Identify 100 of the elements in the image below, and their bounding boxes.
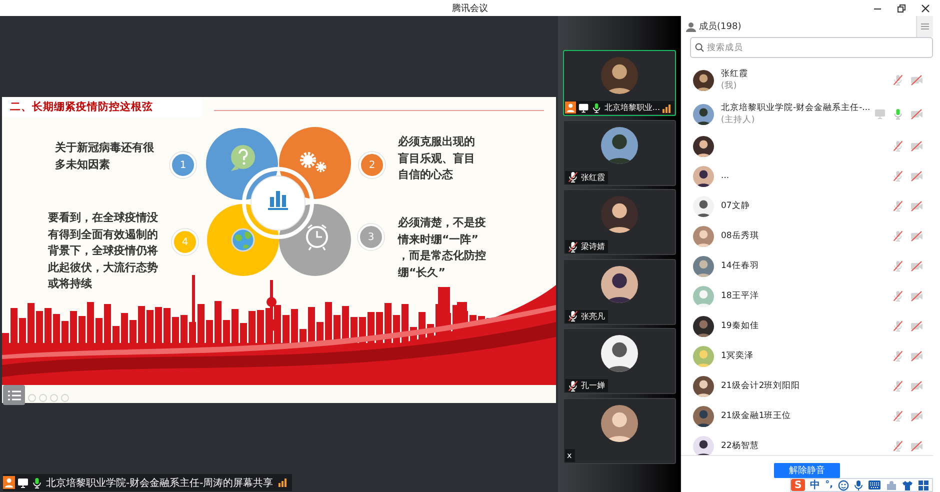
- camera-off-icon[interactable]: [910, 140, 923, 152]
- video-tile[interactable]: 梁诗婧: [563, 189, 676, 255]
- camera-off-icon[interactable]: [910, 350, 923, 362]
- center-circle: [242, 167, 314, 239]
- participant-name: 张红霞: [581, 172, 605, 182]
- share-title: 北京培黎职业学院-财会金融系主任-周涛的屏幕共享: [46, 476, 274, 490]
- video-tile[interactable]: 张亮凡: [563, 258, 676, 324]
- muted-mic-icon[interactable]: [892, 260, 904, 272]
- avatar: [601, 57, 638, 94]
- members-title: 成员(198): [699, 20, 742, 33]
- host-icon: [3, 476, 15, 489]
- window-title: 腾讯会议: [452, 2, 488, 14]
- avatar: [693, 256, 714, 276]
- member-name: 08岳秀琪: [721, 230, 759, 242]
- camera-off-icon[interactable]: [910, 440, 923, 452]
- avatar: [693, 406, 714, 426]
- participant-name: x: [567, 450, 572, 460]
- menu-icon: [8, 390, 20, 400]
- video-tile[interactable]: x: [563, 398, 676, 464]
- close-icon: [920, 4, 930, 12]
- ime-mode[interactable]: 中: [810, 478, 820, 492]
- member-role: (我): [721, 80, 738, 92]
- muted-mic-icon[interactable]: [892, 140, 904, 152]
- muted-mic-icon[interactable]: [892, 380, 904, 392]
- avatar: [693, 166, 714, 186]
- toolbox-icon[interactable]: [886, 480, 897, 490]
- screen-share-icon: [17, 476, 29, 488]
- participant-name: 张亮凡: [581, 310, 605, 322]
- shirt-icon[interactable]: [902, 480, 913, 490]
- camera-off-icon[interactable]: [910, 410, 923, 422]
- member-name: 19秦如佳: [721, 320, 759, 332]
- slide-text: 要看到，在全球疫情没有得到全面有效遏制的背景下，全球疫情仍将此起彼伏，大流行态势或将持续: [48, 210, 158, 292]
- punctuation-mode[interactable]: °,: [825, 480, 833, 490]
- restore-icon: [896, 4, 906, 12]
- step-number: 4: [172, 229, 198, 255]
- slide-title: 二、长期绷紧疫情防控这根弦: [2, 97, 202, 117]
- member-name: 21级会计2班刘阳阳: [721, 380, 800, 392]
- member-name: 21级金融1班王位: [721, 410, 792, 422]
- keyboard-icon[interactable]: [868, 480, 881, 490]
- member-role: (主持人): [721, 114, 756, 126]
- camera-off-icon[interactable]: [910, 200, 923, 212]
- member-name: 14任春羽: [721, 260, 759, 272]
- video-tile[interactable]: 北京培黎职业...: [563, 50, 676, 116]
- muted-mic-icon[interactable]: [892, 320, 904, 332]
- camera-off-icon[interactable]: [910, 290, 923, 302]
- video-tile[interactable]: 张红霞: [563, 120, 676, 186]
- muted-mic-icon[interactable]: [892, 200, 904, 212]
- muted-mic-icon[interactable]: [892, 170, 904, 182]
- avatar: [601, 266, 638, 302]
- search-field[interactable]: 搜索成员: [690, 37, 933, 58]
- member-name: 07文静: [721, 200, 750, 212]
- globe-icon: [231, 228, 255, 252]
- avatar: [693, 376, 714, 396]
- video-tile[interactable]: 孔一婵: [563, 328, 676, 394]
- camera-off-icon[interactable]: [910, 170, 923, 182]
- participant-name: 孔一婵: [581, 380, 605, 391]
- members-icon: [686, 22, 696, 32]
- alarm-clock-icon: [306, 224, 328, 251]
- avatar: [693, 226, 714, 246]
- step-number: 2: [359, 152, 385, 178]
- avatar: [693, 346, 714, 366]
- camera-off-icon[interactable]: [910, 108, 923, 120]
- camera-off-icon[interactable]: [910, 74, 923, 86]
- camera-off-icon[interactable]: [910, 230, 923, 242]
- member-name: 北京培黎职业学院-财会金融系主任-...: [721, 102, 870, 114]
- question-bubble-icon: [231, 145, 255, 171]
- gears-icon: [300, 152, 326, 172]
- member-name: 张红霞: [721, 68, 748, 80]
- muted-mic-icon[interactable]: [892, 230, 904, 242]
- muted-mic-icon[interactable]: [892, 410, 904, 422]
- signal-icon: [662, 104, 672, 113]
- muted-mic-icon[interactable]: [892, 440, 904, 452]
- camera-off-icon[interactable]: [910, 380, 923, 392]
- participant-name: 梁诗婧: [581, 241, 605, 252]
- avatar: [693, 136, 714, 156]
- camera-off-icon[interactable]: [910, 320, 923, 332]
- avatar: [601, 126, 638, 164]
- menu-button[interactable]: [3, 385, 25, 405]
- member-name: 1冥奕泽: [721, 350, 754, 362]
- avatar: [601, 196, 638, 233]
- avatar: [601, 335, 638, 372]
- avatar: [693, 316, 714, 336]
- grid-icon[interactable]: [918, 480, 929, 490]
- slide-text: 关于新冠病毒还有很多未知因素: [55, 140, 154, 172]
- menu-icon: [921, 23, 929, 30]
- muted-mic-icon[interactable]: [892, 74, 904, 86]
- smiley-icon[interactable]: [838, 480, 849, 490]
- unmute-button[interactable]: 解除静音: [774, 463, 840, 478]
- muted-mic-icon[interactable]: [892, 350, 904, 362]
- muted-mic-icon[interactable]: [892, 290, 904, 302]
- mic-icon[interactable]: [854, 480, 863, 490]
- avatar: [693, 196, 714, 216]
- member-name: ...: [721, 170, 730, 182]
- member-name: 22杨智慧: [721, 440, 759, 452]
- participant-name: 北京培黎职业...: [604, 102, 660, 113]
- avatar: [693, 104, 714, 124]
- camera-off-icon[interactable]: [910, 260, 923, 272]
- avatar: [693, 286, 714, 306]
- avatar: [601, 404, 638, 442]
- slide-text: 必须清楚，不是疫情来时绷“一阵”，而是常态化防控绷“长久”: [398, 215, 486, 280]
